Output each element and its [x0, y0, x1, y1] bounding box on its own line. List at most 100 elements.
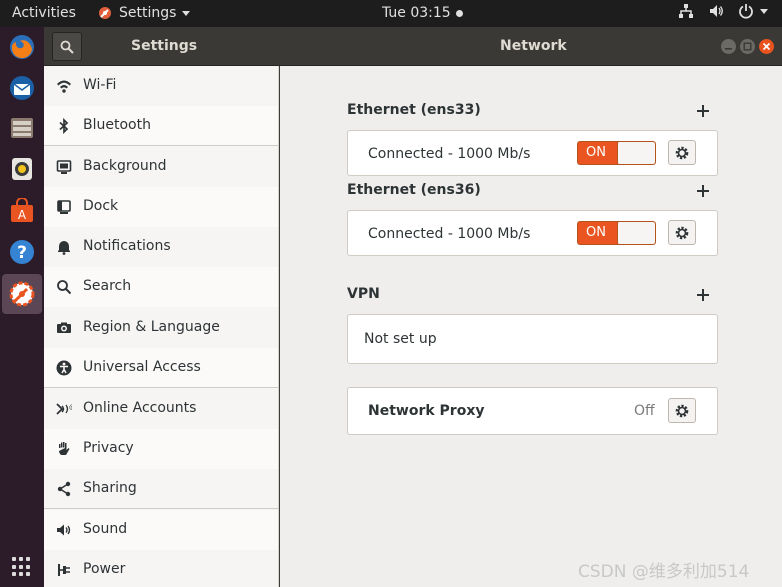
ethernet-ens33-status: Connected - 1000 Mb/s: [368, 146, 531, 162]
ethernet-ens33-settings-button[interactable]: [668, 140, 696, 165]
clock[interactable]: Tue 03:15: [382, 5, 463, 21]
thunderbird-launcher[interactable]: [6, 72, 38, 104]
add-connection-plus-icon[interactable]: [696, 104, 710, 118]
network-proxy-row[interactable]: Network Proxy Off: [347, 387, 718, 435]
activities-button[interactable]: Activities: [12, 5, 76, 21]
files-icon: [11, 118, 33, 138]
vpn-card: Not set up: [347, 314, 718, 364]
bell-icon: [56, 239, 72, 255]
sidebar-item-notifications[interactable]: Notifications: [44, 227, 278, 267]
search-icon: [56, 279, 72, 295]
system-tray[interactable]: [678, 3, 768, 19]
dock: A ?: [0, 27, 44, 587]
network-proxy-label: Network Proxy: [368, 403, 485, 419]
dock-icon: [56, 199, 72, 215]
power-menu[interactable]: [738, 3, 768, 19]
minimize-button[interactable]: [721, 39, 736, 54]
sidebar-item-label: Power: [83, 561, 126, 577]
ethernet-ens33-card: Connected - 1000 Mb/s ON: [347, 130, 718, 176]
close-icon: [762, 42, 771, 51]
settings-gear-icon: [9, 281, 35, 307]
sidebar-item-region-language[interactable]: Region & Language: [44, 308, 278, 348]
clock-label: Tue 03:15: [382, 5, 451, 21]
network-proxy-settings-button[interactable]: [668, 398, 696, 423]
ethernet-ens33-switch[interactable]: ON: [577, 141, 656, 165]
sidebar-item-label: Search: [83, 278, 132, 294]
sidebar-item-online-accounts[interactable]: @ Online Accounts: [44, 389, 278, 429]
sidebar-item-universal-access[interactable]: Universal Access: [44, 348, 278, 388]
sidebar-item-label: Bluetooth: [83, 117, 151, 133]
network-wired-icon: [679, 4, 693, 18]
sidebar-item-label: Background: [83, 158, 167, 174]
speaker-icon: [56, 522, 72, 538]
files-launcher[interactable]: [6, 112, 38, 144]
network-panel: Ethernet (ens33) Connected - 1000 Mb/s O…: [280, 66, 782, 587]
sidebar-item-label: Region & Language: [83, 319, 220, 335]
volume-icon: [710, 5, 723, 17]
show-applications-icon[interactable]: [12, 557, 32, 577]
sidebar-item-label: Online Accounts: [83, 400, 197, 416]
maximize-button[interactable]: [740, 39, 755, 54]
sidebar-item-privacy[interactable]: Privacy: [44, 429, 278, 469]
bluetooth-icon: [56, 118, 72, 134]
vpn-title: VPN: [347, 286, 380, 302]
background-icon: [56, 159, 72, 175]
ethernet-ens36-title: Ethernet (ens36): [347, 182, 481, 198]
sidebar-item-dock[interactable]: Dock: [44, 187, 278, 227]
firefox-icon: [10, 35, 34, 59]
software-store-icon: A: [11, 198, 33, 222]
sidebar-item-label: Sound: [83, 521, 128, 537]
online-accounts-icon: @: [56, 401, 72, 417]
firefox-launcher[interactable]: [6, 31, 38, 63]
minimize-icon: [725, 48, 732, 50]
ethernet-ens33-title: Ethernet (ens33): [347, 102, 481, 118]
network-proxy-state: Off: [634, 403, 655, 419]
search-button[interactable]: [52, 32, 82, 61]
power-icon: [739, 4, 753, 19]
software-launcher[interactable]: A: [6, 195, 38, 227]
gear-icon: [675, 226, 689, 239]
panel-title: Network: [500, 38, 567, 54]
camera-icon: [56, 320, 72, 336]
switch-knob: [617, 142, 655, 164]
rhythmbox-icon: [12, 158, 32, 180]
sidebar-item-sharing[interactable]: Sharing: [44, 469, 278, 509]
ethernet-ens36-switch[interactable]: ON: [577, 221, 656, 245]
search-icon: [60, 40, 74, 54]
add-connection-plus-icon[interactable]: [696, 184, 710, 198]
ethernet-ens36-card: Connected - 1000 Mb/s ON: [347, 210, 718, 256]
sidebar-title: Settings: [131, 38, 198, 54]
svg-text:@: @: [69, 404, 72, 411]
rhythmbox-launcher[interactable]: [6, 153, 38, 185]
close-button[interactable]: [759, 39, 774, 54]
sidebar-item-power[interactable]: Power: [44, 550, 278, 587]
desktop: Activities Settings Tue 03:15 A ? Settin…: [0, 0, 782, 587]
power-plug-icon: [56, 562, 72, 578]
top-panel: Activities Settings Tue 03:15: [0, 0, 782, 27]
sidebar-item-label: Privacy: [83, 440, 134, 456]
sidebar-item-sound[interactable]: Sound: [44, 510, 278, 550]
hand-icon: [56, 441, 72, 457]
app-menu[interactable]: Settings: [97, 5, 191, 21]
sidebar-item-background[interactable]: Background: [44, 147, 278, 187]
sidebar-item-label: Wi-Fi: [83, 77, 117, 93]
notification-dot-icon: [455, 9, 463, 17]
header-bar: Settings Network: [44, 27, 782, 66]
chevron-down-icon: [760, 8, 768, 14]
add-vpn-plus-icon[interactable]: [696, 288, 710, 302]
vpn-status: Not set up: [364, 331, 437, 347]
maximize-icon: [743, 42, 752, 51]
sidebar-item-label: Notifications: [83, 238, 171, 254]
sidebar-item-bluetooth[interactable]: Bluetooth: [44, 106, 278, 146]
settings-launcher[interactable]: [2, 274, 42, 314]
ethernet-ens36-settings-button[interactable]: [668, 220, 696, 245]
sidebar-item-label: Universal Access: [83, 359, 201, 375]
help-launcher[interactable]: ?: [6, 236, 38, 268]
sidebar-item-label: Sharing: [83, 480, 137, 496]
accessibility-icon: [56, 360, 72, 376]
sidebar-item-search[interactable]: Search: [44, 267, 278, 307]
share-icon: [56, 481, 72, 497]
window-controls: [721, 39, 774, 54]
svg-text:A: A: [18, 208, 27, 222]
sidebar-item-wifi[interactable]: Wi-Fi: [44, 66, 278, 106]
